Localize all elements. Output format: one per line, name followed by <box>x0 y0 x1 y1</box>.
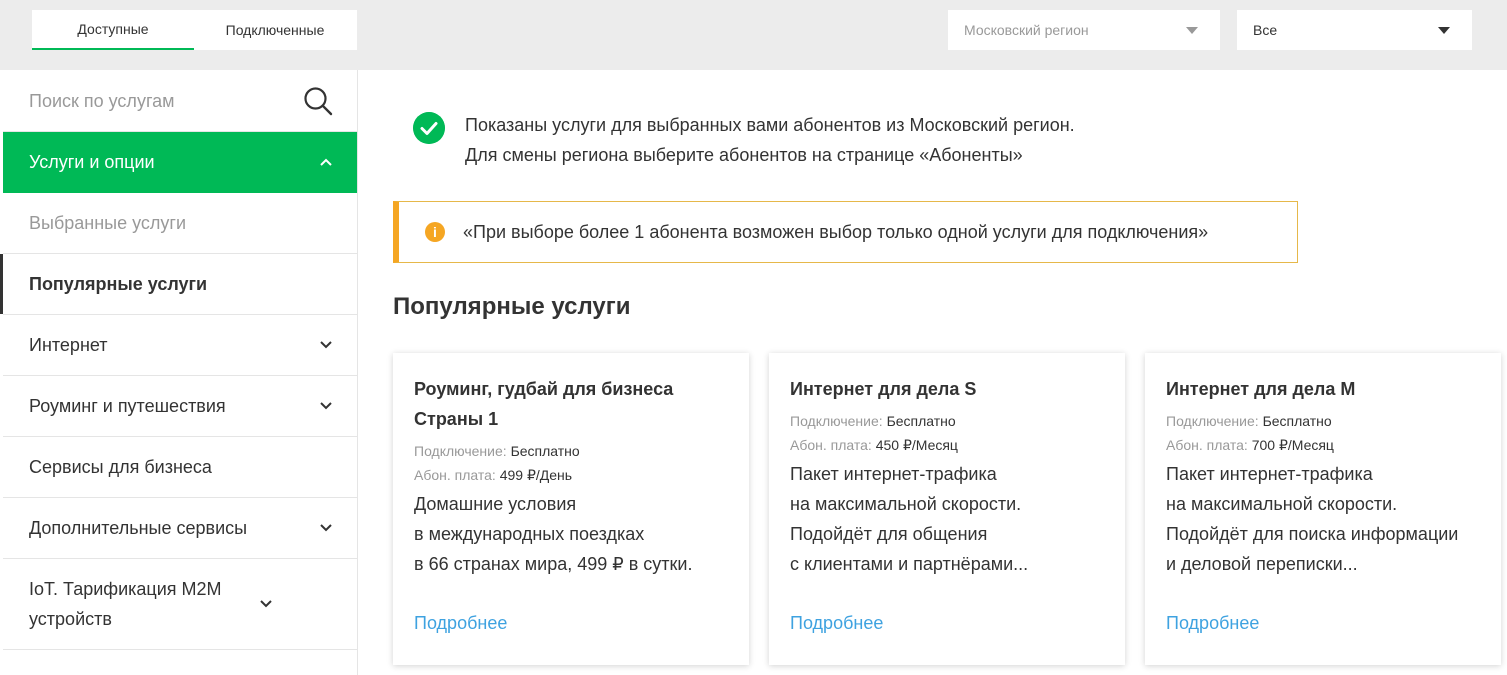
sidebar-item-roaming[interactable]: Роуминг и путешествия <box>3 376 357 437</box>
card-title-line: Страны 1 <box>414 409 499 429</box>
more-link[interactable]: Подробнее <box>414 613 507 634</box>
top-bar: Доступные Подключенные Московский регион… <box>0 0 1507 70</box>
sidebar-item-label: Сервисы для бизнеса <box>29 456 212 477</box>
region-select-value: Московский регион <box>964 22 1089 38</box>
sidebar-item-services-options[interactable]: Услуги и опции <box>3 132 357 193</box>
region-notice-text: Показаны услуги для выбранных вами абоне… <box>465 110 1075 170</box>
card-desc-line: Подойдёт для поиска информации <box>1166 524 1459 544</box>
sidebar-item-selected-services[interactable]: Выбранные услуги <box>3 193 357 254</box>
filter-select-value: Все <box>1253 22 1278 38</box>
check-circle-icon <box>413 112 445 144</box>
connection-value: Бесплатно <box>510 443 580 459</box>
filter-select[interactable]: Все <box>1237 10 1472 50</box>
card-title: Роуминг, гудбай для бизнеса Страны 1 <box>414 374 728 434</box>
region-notice-line: Для смены региона выберите абонентов на … <box>465 145 1023 165</box>
card-desc-line: и деловой переписки... <box>1166 554 1358 574</box>
search-input[interactable] <box>29 88 289 114</box>
caret-down-icon <box>1438 27 1450 34</box>
warning-text: «При выборе более 1 абонента возможен вы… <box>463 221 1209 242</box>
info-icon: i <box>425 222 445 242</box>
service-search <box>3 70 357 132</box>
connection-label: Подключение: <box>790 413 883 429</box>
sidebar-item-internet[interactable]: Интернет <box>3 315 357 376</box>
caret-down-icon <box>1186 27 1198 34</box>
fee-label: Абон. плата: <box>414 467 496 483</box>
chevron-down-icon <box>320 341 332 349</box>
fee-value: 499 ₽/День <box>499 467 573 483</box>
card-desc-line: Пакет интернет-трафика <box>790 464 997 484</box>
fee-label: Абон. плата: <box>1166 437 1248 453</box>
chevron-up-icon <box>320 158 332 166</box>
card-description: Пакет интернет-трафика на максимальной с… <box>1166 459 1480 579</box>
connection-label: Подключение: <box>414 443 507 459</box>
card-desc-line: Подойдёт для общения <box>790 524 988 544</box>
main-content: Показаны услуги для выбранных вами абоне… <box>358 70 1507 675</box>
fee-value: 700 ₽/Месяц <box>1251 437 1334 453</box>
region-notice-line: Показаны услуги для выбранных вами абоне… <box>465 115 1075 135</box>
warning-banner: i «При выборе более 1 абонента возможен … <box>393 201 1298 263</box>
sidebar-item-label: Услуги и опции <box>29 151 155 172</box>
sidebar-item-popular-services[interactable]: Популярные услуги <box>0 254 357 315</box>
region-select[interactable]: Московский регион <box>948 10 1220 50</box>
card-desc-line: на максимальной скорости. <box>1166 494 1398 514</box>
chevron-down-icon <box>320 524 332 532</box>
sidebar-item-additional-services[interactable]: Дополнительные сервисы <box>3 498 357 559</box>
tab-connected[interactable]: Подключенные <box>194 10 356 50</box>
tab-available[interactable]: Доступные <box>32 10 194 50</box>
card-description: Пакет интернет-трафика на максимальной с… <box>790 459 1104 579</box>
more-link[interactable]: Подробнее <box>1166 613 1259 634</box>
sidebar-item-business-services[interactable]: Сервисы для бизнеса <box>3 437 357 498</box>
service-card[interactable]: Роуминг, гудбай для бизнеса Страны 1 Под… <box>393 353 749 665</box>
card-title-line: Роуминг, гудбай для бизнеса <box>414 379 674 399</box>
chevron-down-icon <box>260 600 272 608</box>
sidebar-item-label: IoT. Тарификация M2M устройств <box>29 579 222 629</box>
card-desc-line: в 66 странах мира, 499 ₽ в сутки. <box>414 554 693 574</box>
card-desc-line: Пакет интернет-трафика <box>1166 464 1373 484</box>
card-fee: Абон. плата: 700 ₽/Месяц <box>1166 433 1480 457</box>
card-fee: Абон. плата: 450 ₽/Месяц <box>790 433 1104 457</box>
card-desc-line: Домашние условия <box>414 494 577 514</box>
sidebar-item-label: Выбранные услуги <box>29 212 187 233</box>
card-title: Интернет для дела S <box>790 379 977 399</box>
fee-value: 450 ₽/Месяц <box>875 437 958 453</box>
card-desc-line: на максимальной скорости. <box>790 494 1022 514</box>
connection-value: Бесплатно <box>1262 413 1332 429</box>
card-desc-line: в международных поездках <box>414 524 645 544</box>
connection-value: Бесплатно <box>886 413 956 429</box>
card-connection: Подключение: Бесплатно <box>414 439 728 463</box>
service-card[interactable]: Интернет для дела M Подключение: Бесплат… <box>1145 353 1501 665</box>
service-card[interactable]: Интернет для дела S Подключение: Бесплат… <box>769 353 1125 665</box>
subscription-tabs: Доступные Подключенные <box>32 10 357 50</box>
connection-label: Подключение: <box>1166 413 1259 429</box>
card-connection: Подключение: Бесплатно <box>790 409 1104 433</box>
search-icon[interactable] <box>303 86 333 116</box>
sidebar-item-label: Популярные услуги <box>29 273 208 294</box>
section-title: Популярные услуги <box>393 293 631 320</box>
fee-label: Абон. плата: <box>790 437 872 453</box>
sidebar-item-iot-m2m[interactable]: IoT. Тарификация M2M устройств <box>3 559 357 650</box>
sidebar-item-label: Интернет <box>29 334 108 355</box>
sidebar-item-label: Роуминг и путешествия <box>29 395 226 416</box>
card-fee: Абон. плата: 499 ₽/День <box>414 463 728 487</box>
card-description: Домашние условия в международных поездка… <box>414 489 728 579</box>
card-desc-line: с клиентами и партнёрами... <box>790 554 1029 574</box>
card-connection: Подключение: Бесплатно <box>1166 409 1480 433</box>
sidebar: Услуги и опции Выбранные услуги Популярн… <box>0 70 358 675</box>
chevron-down-icon <box>320 402 332 410</box>
region-notice: Показаны услуги для выбранных вами абоне… <box>413 110 1075 170</box>
more-link[interactable]: Подробнее <box>790 613 883 634</box>
card-title: Интернет для дела M <box>1166 379 1356 399</box>
sidebar-item-label: Дополнительные сервисы <box>29 517 248 538</box>
